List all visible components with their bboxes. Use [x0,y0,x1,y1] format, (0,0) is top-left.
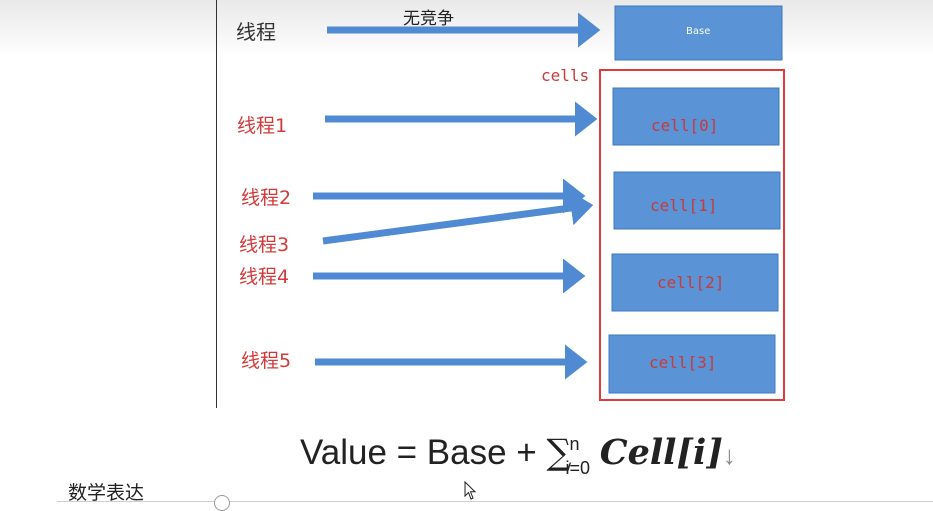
down-arrow-icon: ↓ [722,440,736,470]
thread2-label: 线程2 [241,187,292,209]
thread5-label: 线程5 [241,350,292,372]
bottom-divider [57,501,933,502]
cell2-label: cell[2] [657,273,725,292]
cells-label: cells [541,66,590,85]
no-contention-label: 无竞争 [403,9,454,29]
thread-main-label: 线程 [236,20,276,44]
value-formula: Value = Base + ∑ni=0 Cell[i]↓ [300,432,736,479]
diagram-canvas [313,5,785,401]
cell0-label: cell[0] [651,116,719,135]
sum-lower-bound: i=0 [565,458,591,478]
cell3-label: cell[3] [649,353,717,372]
base-label: Base [686,26,711,37]
arrow-thread3 [322,190,594,245]
sum-upper-bound: n [569,434,580,454]
collapse-circle-icon[interactable] [214,495,230,511]
cell1-label: cell[1] [650,196,718,215]
thread3-label: 线程3 [239,234,290,256]
formula-lhs: Value = Base + [300,433,547,472]
thread4-label: 线程4 [239,266,290,288]
formula-cell-term: Cell[i] [599,432,723,473]
thread1-label: 线程1 [237,115,288,137]
mouse-cursor-icon [464,481,477,500]
